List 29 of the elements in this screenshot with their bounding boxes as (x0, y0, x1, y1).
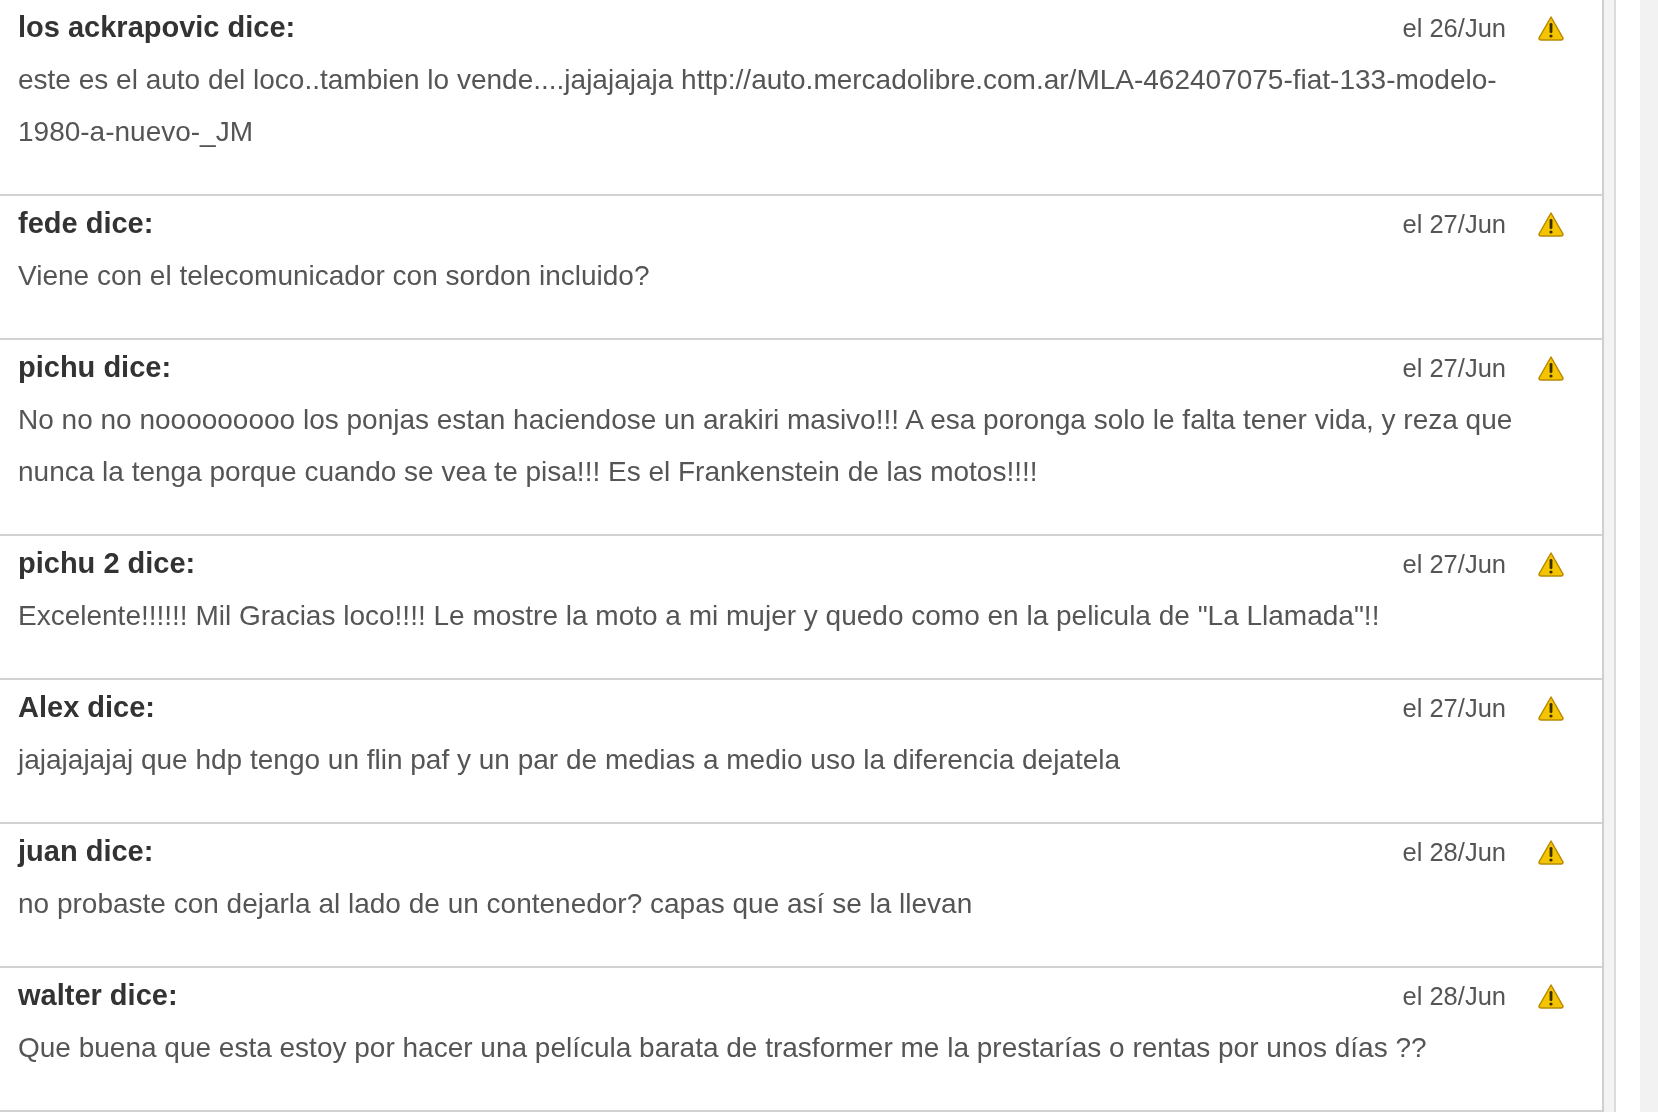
warning-icon[interactable] (1538, 15, 1564, 41)
comment-author: pichu 2 dice: (18, 546, 196, 582)
comment-text: este es el auto del loco..tambien lo vende....jajajajaja http://auto.mercadolibre.com.ar/MLA-462407075-fiat-133-modelo-1980-a-nuevo-_JM (18, 63, 1498, 149)
comment-text: No no no nooooooooo los ponjas estan haciendose un arakiri masivo!!! A esa poronga solo le falta tener vida, y reza que nunca la tenga porque cuando se vea te pisa!!! Es el Frankenstein de las motos!!!! (18, 403, 1514, 489)
comment-date: el 27/Jun (1402, 548, 1506, 580)
comment-author: walter dice: (18, 978, 178, 1014)
comment-author: fede dice: (18, 206, 154, 242)
warning-icon[interactable] (1538, 551, 1564, 577)
warning-icon[interactable] (1538, 983, 1564, 1009)
comment-text: Viene con el telecomunicador con sordon incluido? (18, 259, 651, 293)
comment-text: Que buena que esta estoy por hacer una película barata de trasformer me la prestarías o rentas por unos días ?? (18, 1031, 1428, 1065)
comment-text: no probaste con dejarla al lado de un contenedor? capas que así se la llevan (18, 887, 974, 921)
comment-text: Excelente!!!!!! Mil Gracias loco!!!! Le mostre la moto a mi mujer y quedo como en la pelicula de "La Llamada"!! (18, 599, 1381, 633)
warning-icon[interactable] (1538, 355, 1564, 381)
comment-text: jajajajajaj que hdp tengo un flin paf y un par de medias a medio uso la diferencia dejatela (18, 743, 1122, 777)
comment-date: el 27/Jun (1402, 692, 1506, 724)
comment-date: el 27/Jun (1402, 352, 1506, 384)
comment-author: los ackrapovic dice: (18, 10, 296, 46)
comment-date: el 28/Jun (1402, 980, 1506, 1012)
comment-date: el 28/Jun (1402, 836, 1506, 868)
comment-date: el 27/Jun (1402, 208, 1506, 240)
warning-icon[interactable] (1538, 211, 1564, 237)
comment-author: pichu dice: (18, 350, 172, 386)
comment-author: juan dice: (18, 834, 154, 870)
comment-author: Alex dice: (18, 690, 155, 726)
scroll-bar[interactable] (1604, 0, 1616, 1112)
warning-icon[interactable] (1538, 695, 1564, 721)
comment-date: el 26/Jun (1402, 12, 1506, 44)
warning-icon[interactable] (1538, 839, 1564, 865)
